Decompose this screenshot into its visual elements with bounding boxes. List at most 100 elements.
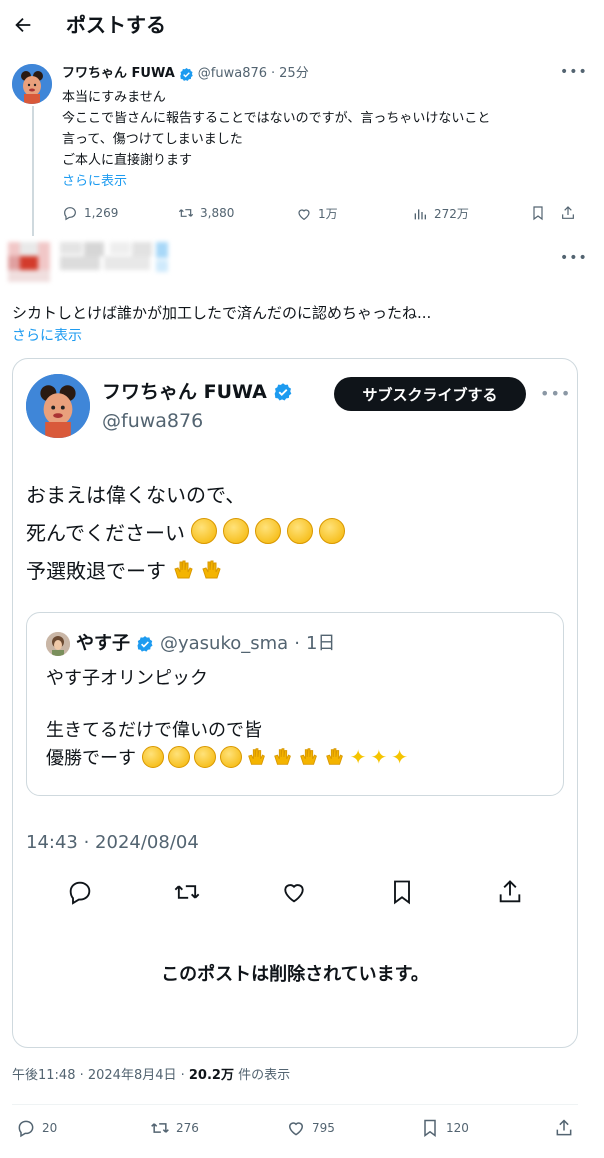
top-bar: ポストする xyxy=(0,0,604,52)
like-button[interactable]: 795 xyxy=(286,1118,335,1138)
post-line-text: 予選敗退でーす xyxy=(26,559,166,583)
clapping-hands-emoji-icon xyxy=(273,748,291,765)
quoted-avatar xyxy=(46,632,70,656)
verified-badge-icon xyxy=(137,636,153,652)
grinning-emoji-icon xyxy=(219,746,242,768)
quoted-post-header: やす子 @yasuko_sma · 1日 xyxy=(46,632,335,656)
bookmark-icon xyxy=(424,1119,436,1137)
blurred-author-name xyxy=(60,242,170,276)
subscribe-button: サブスクライブする xyxy=(334,377,526,411)
verified-badge-icon xyxy=(274,383,292,401)
post-line: 死んでくださーい xyxy=(26,514,351,552)
post-line: 予選敗退でーす xyxy=(26,552,351,590)
separator-dot: · xyxy=(271,66,276,81)
like-button[interactable]: 1万 xyxy=(296,205,338,222)
grinning-emoji-icon xyxy=(193,746,216,768)
repost-count: 3,880 xyxy=(200,206,235,220)
view-count: 20.2万 xyxy=(188,1068,234,1083)
post-line: やす子オリンピック xyxy=(46,668,208,689)
embed-post-text: おまえは偉くないので、 死んでくださーい 予選敗退でーす xyxy=(26,476,351,590)
clapping-hands-emoji-icon xyxy=(174,560,193,579)
post-meta: 午後11:48 · 2024年8月4日 · 20.2万 件の表示 xyxy=(12,1066,290,1086)
page-title: ポストする xyxy=(66,13,166,37)
post-header: フワちゃん FUWA @fuwa876 · 25分 xyxy=(62,65,309,83)
show-more-link[interactable]: さらに表示 xyxy=(12,326,82,346)
sparkles-emoji-icon: ✦ xyxy=(370,745,388,769)
views-label: 件の表示 xyxy=(233,1068,291,1083)
quoted-post-time: 1日 xyxy=(305,633,336,654)
post-line: 優勝でーす ✦ ✦ ✦ xyxy=(46,744,412,772)
post-text: 本当にすみません 今ここで皆さんに報告することではないのですが、言っちゃいけない… xyxy=(62,87,582,171)
bookmark-count: 120 xyxy=(446,1121,469,1135)
post-line: 生きてるだけで偉いので皆 xyxy=(46,720,262,741)
bookmark-icon xyxy=(394,880,410,905)
avatar[interactable] xyxy=(12,64,52,104)
grinning-sweat-emoji-icon xyxy=(255,518,282,544)
bookmark-icon[interactable] xyxy=(530,205,546,221)
reply-count: 20 xyxy=(42,1121,58,1135)
post-line: 今ここで皆さんに報告することではないのですが、言っちゃいけないこと xyxy=(62,111,491,126)
embed-timestamp: 14:43 · 2024/08/04 xyxy=(26,832,199,853)
more-options-icon[interactable]: ••• xyxy=(560,250,588,266)
post-line-text: 死んでくださーい xyxy=(26,521,185,545)
reply-text: シカトしとけば誰かが加工したで済んだのに認めちゃったね... xyxy=(12,304,432,322)
clapping-hands-emoji-icon xyxy=(299,748,317,765)
grinning-sweat-emoji-icon xyxy=(191,518,218,544)
separator-dot: · xyxy=(294,633,300,654)
more-options-icon[interactable]: ••• xyxy=(560,64,588,80)
divider xyxy=(12,1104,578,1105)
repost-button[interactable]: 276 xyxy=(150,1118,199,1138)
post-datetime[interactable]: 午後11:48 · 2024年8月4日 · xyxy=(12,1068,189,1083)
author-name[interactable]: フワちゃん FUWA xyxy=(62,65,175,83)
thread-line xyxy=(32,106,34,236)
embed-author-handle: @fuwa876 xyxy=(102,410,204,432)
post-time[interactable]: 25分 xyxy=(279,65,309,83)
embed-avatar xyxy=(26,374,90,438)
heart-icon xyxy=(288,1122,304,1136)
views-chart-icon xyxy=(414,208,426,219)
post-line: ご本人に直接謝ります xyxy=(62,153,193,168)
post-line: おまえは偉くないので、 xyxy=(26,483,246,507)
deleted-notice: このポストは削除されています。 xyxy=(161,964,429,985)
heart-icon xyxy=(298,208,310,220)
views-button[interactable]: 272万 xyxy=(412,205,469,222)
embed-author-name: フワちゃん FUWA xyxy=(102,380,293,404)
grinning-emoji-icon xyxy=(167,746,190,768)
quoted-author-name: やす子 xyxy=(76,633,130,654)
reply-button[interactable]: 20 xyxy=(16,1118,57,1138)
post-line: 本当にすみません xyxy=(62,90,166,105)
blurred-avatar xyxy=(8,242,50,282)
author-handle[interactable]: @fuwa876 xyxy=(198,65,267,83)
clapping-hands-emoji-icon xyxy=(325,748,343,765)
heart-icon xyxy=(284,884,304,903)
reply-icon xyxy=(18,1120,34,1138)
post-line-text: 優勝でーす xyxy=(46,748,136,769)
reply-icon xyxy=(69,881,91,905)
grinning-emoji-icon xyxy=(141,746,164,768)
avatar-photo-icon xyxy=(46,632,70,656)
share-icon xyxy=(499,880,521,903)
bookmark-button[interactable]: 120 xyxy=(420,1118,469,1138)
back-arrow-icon[interactable] xyxy=(12,14,34,36)
share-icon[interactable] xyxy=(560,205,576,221)
reply-icon xyxy=(64,207,76,221)
repost-icon xyxy=(174,885,200,899)
sparkles-emoji-icon: ✦ xyxy=(391,745,409,769)
grinning-sweat-emoji-icon xyxy=(319,518,346,544)
repost-button[interactable]: 3,880 xyxy=(178,205,234,221)
show-more-link[interactable]: さらに表示 xyxy=(62,172,127,192)
sparkles-emoji-icon: ✦ xyxy=(349,745,367,769)
repost-icon xyxy=(151,1123,169,1133)
author-name: フワちゃん FUWA xyxy=(102,381,267,403)
clapping-hands-emoji-icon xyxy=(202,560,221,579)
share-icon[interactable] xyxy=(554,1118,574,1138)
like-count: 795 xyxy=(312,1121,335,1135)
quoted-author-handle: @yasuko_sma xyxy=(160,633,289,654)
reply-button[interactable]: 1,269 xyxy=(62,205,118,221)
grinning-sweat-emoji-icon xyxy=(223,518,250,544)
reply-count: 1,269 xyxy=(84,206,119,220)
repost-icon xyxy=(178,209,194,217)
verified-badge-icon xyxy=(180,67,193,81)
post-line: 言って、傷つけてしまいました xyxy=(62,132,243,147)
